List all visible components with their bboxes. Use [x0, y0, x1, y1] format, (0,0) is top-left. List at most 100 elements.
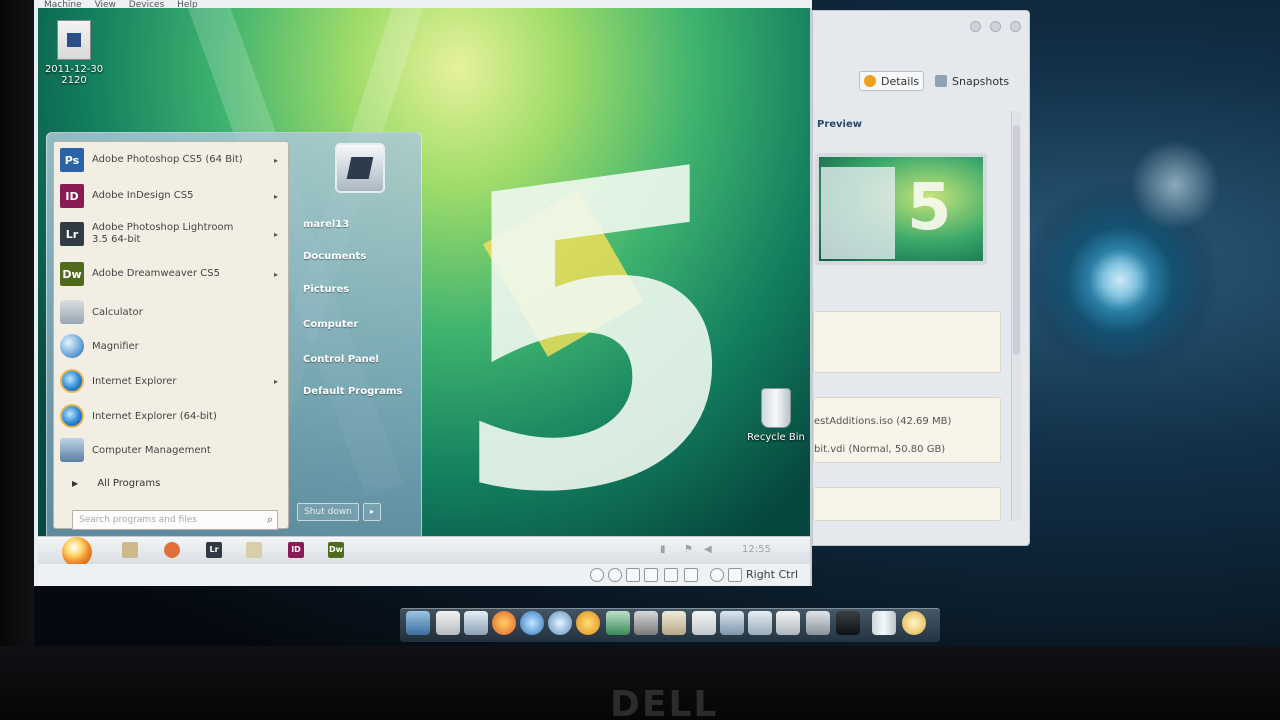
start-right-computer[interactable]: Computer [303, 319, 358, 330]
taskbar-folder-icon[interactable] [246, 542, 262, 558]
start-item-label: Internet Explorer [92, 375, 177, 387]
tray-volume-icon[interactable]: ◀ [704, 544, 712, 555]
dock-network-icon[interactable] [548, 611, 572, 635]
start-right-user[interactable]: marel13 [303, 219, 349, 230]
tray-clock[interactable]: 12:55 [742, 544, 771, 555]
wallpaper-five-graphic: 5 [446, 75, 742, 536]
user-picture[interactable] [335, 143, 385, 193]
start-search-input[interactable]: Search programs and files ⌕ [72, 510, 278, 530]
tray-action-center-icon[interactable]: ⚑ [684, 544, 693, 555]
details-scrollbar[interactable] [1011, 111, 1021, 521]
all-programs[interactable]: ▶ All Programs [72, 478, 160, 489]
menu-view[interactable]: View [95, 0, 116, 8]
file-icon-label-1: 2011-12-30 [44, 64, 104, 75]
monitor-bezel-left [0, 0, 34, 646]
taskbar-lightroom-icon[interactable]: Lr [206, 542, 222, 558]
scrollbar-thumb[interactable] [1013, 125, 1020, 355]
status-network-icon[interactable] [664, 568, 678, 582]
search-placeholder: Search programs and files [79, 515, 197, 525]
status-display-icon[interactable] [684, 568, 698, 582]
start-item-label: Adobe Dreamweaver CS5 [92, 268, 220, 279]
host-dock [400, 608, 940, 642]
start-item-computer-management[interactable]: Computer Management [60, 438, 284, 462]
menu-help[interactable]: Help [177, 0, 198, 8]
submenu-arrow-icon: ▸ [273, 155, 278, 165]
dock-mail-icon[interactable] [464, 611, 488, 635]
start-item-internet-explorer-64[interactable]: Internet Explorer (64-bit) [60, 404, 284, 428]
start-right-documents[interactable]: Documents [303, 251, 366, 262]
dock-safari-icon[interactable] [520, 611, 544, 635]
indesign-icon: ID [60, 184, 84, 208]
vm-preview-thumbnail: 5 [815, 153, 987, 265]
start-item-lightroom[interactable]: Lr Adobe Photoshop Lightroom 3.5 64-bit … [60, 222, 284, 246]
dock-firefox-icon[interactable] [492, 611, 516, 635]
tab-details-label: Details [881, 74, 920, 88]
menu-machine[interactable]: Machine [44, 0, 82, 8]
vm-menubar: Machine View Devices Help [34, 0, 812, 8]
recycle-bin-label: Recycle Bin [747, 432, 805, 443]
dock-script-icon[interactable] [776, 611, 800, 635]
guest-desktop[interactable]: 5 2011-12-30 2120 Recycle Bin Ps Adobe P… [38, 8, 810, 536]
dock-calendar-icon[interactable] [436, 611, 460, 635]
dock-document-icon[interactable] [662, 611, 686, 635]
shutdown-button[interactable]: Shut down [297, 503, 359, 521]
dock-vlc-icon[interactable] [576, 611, 600, 635]
recycle-bin[interactable]: Recycle Bin [744, 388, 808, 443]
host-key-label: Right Ctrl [746, 568, 799, 581]
virtual-machine-window[interactable]: Machine View Devices Help 5 2011-12-30 2… [34, 0, 812, 586]
start-item-magnifier[interactable]: Magnifier [60, 334, 284, 358]
snapshots-icon [935, 75, 947, 87]
file-icon-label-2: 2120 [61, 75, 87, 86]
all-programs-label: All Programs [97, 478, 161, 489]
dock-finder-icon[interactable] [406, 611, 430, 635]
start-item-dreamweaver[interactable]: Dw Adobe Dreamweaver CS5 ▸ [60, 262, 284, 286]
submenu-arrow-icon: ▸ [273, 269, 278, 279]
dock-weather-icon[interactable] [902, 611, 926, 635]
menu-devices[interactable]: Devices [129, 0, 164, 8]
start-item-indesign[interactable]: ID Adobe InDesign CS5 ▸ [60, 184, 284, 208]
start-item-calculator[interactable]: Calculator [60, 300, 284, 324]
start-right-default-programs[interactable]: Default Programs [303, 386, 402, 397]
screen: Machine View Devices Help 5 2011-12-30 2… [0, 0, 1280, 720]
dock-utilities-icon[interactable] [806, 611, 830, 635]
dock-trash-icon[interactable] [872, 611, 896, 635]
start-right-control-panel[interactable]: Control Panel [303, 354, 379, 365]
tab-snapshots[interactable]: Snapshots [931, 71, 1013, 91]
host-wallpaper-glow [1130, 140, 1220, 230]
dock-preview-icon[interactable] [606, 611, 630, 635]
storage-panel: estAdditions.iso (42.69 MB) bit.vdi (Nor… [813, 397, 1001, 463]
dock-cube-icon[interactable] [748, 611, 772, 635]
taskbar-explorer-icon[interactable] [122, 542, 138, 558]
taskbar-indesign-icon[interactable]: ID [288, 542, 304, 558]
audio-panel [813, 487, 1001, 521]
tab-details[interactable]: Details [859, 71, 925, 91]
status-optical-drive-icon[interactable] [608, 568, 622, 582]
status-harddisk-icon[interactable] [590, 568, 604, 582]
taskbar-firefox-icon[interactable] [164, 542, 180, 558]
minimize-button[interactable] [969, 21, 981, 32]
shutdown-options-button[interactable]: ▸ [363, 503, 381, 521]
dock-text-icon[interactable] [692, 611, 716, 635]
start-item-label: Adobe Photoshop CS5 (64 Bit) [92, 154, 243, 165]
dock-tool-icon[interactable] [634, 611, 658, 635]
preview-five-graphic: 5 [907, 171, 952, 245]
status-host-key-icon [728, 568, 742, 582]
status-shared-folders-icon[interactable] [644, 568, 658, 582]
start-item-label: Adobe InDesign CS5 [92, 190, 194, 201]
start-orb-button[interactable] [62, 537, 92, 567]
status-mouse-integration-icon[interactable] [710, 568, 724, 582]
desktop-file-icon[interactable]: 2011-12-30 2120 [44, 20, 104, 86]
start-item-label: Calculator [92, 306, 143, 318]
status-usb-icon[interactable] [626, 568, 640, 582]
tray-network-icon[interactable]: ▮ [660, 544, 666, 555]
start-right-pictures[interactable]: Pictures [303, 284, 349, 295]
zoom-button[interactable] [989, 21, 1001, 32]
taskbar-dreamweaver-icon[interactable]: Dw [328, 542, 344, 558]
close-button[interactable] [1010, 21, 1021, 32]
preview-heading: Preview [817, 119, 863, 130]
dock-terminal-icon[interactable] [836, 611, 860, 635]
start-item-internet-explorer[interactable]: Internet Explorer ▸ [60, 369, 284, 393]
start-item-photoshop[interactable]: Ps Adobe Photoshop CS5 (64 Bit) ▸ [60, 148, 284, 172]
dock-display-icon[interactable] [720, 611, 744, 635]
details-panel [813, 311, 1001, 373]
